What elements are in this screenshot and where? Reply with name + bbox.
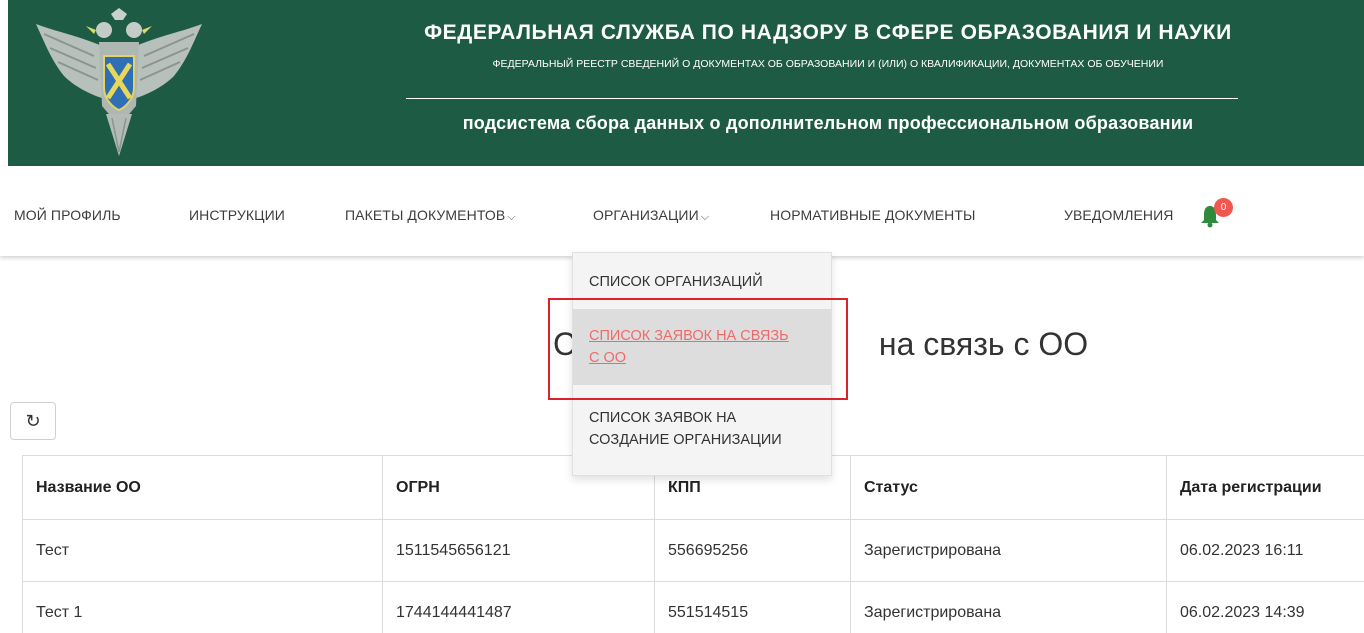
refresh-button[interactable]: ↻ [10,402,56,440]
cell-name: Тест 1 [36,603,83,621]
menu-item-organization-list[interactable]: СПИСОК ОРГАНИЗАЦИЙ [573,271,831,293]
nav-notifications[interactable]: УВЕДОМЛЕНИЯ [1064,207,1174,223]
nav-instructions[interactable]: ИНСТРУКЦИИ [189,207,285,223]
nav-regulatory-documents[interactable]: НОРМАТИВНЫЕ ДОКУМЕНТЫ [770,207,976,223]
table-divider [22,455,23,633]
refresh-icon: ↻ [25,410,41,431]
nav-document-packages[interactable]: ПАКЕТЫ ДОКУМЕНТОВ ⌵ [345,207,516,224]
cell-kpp: 551514515 [668,603,749,621]
notification-badge: 0 [1214,198,1233,217]
nav-organizations[interactable]: ОРГАНИЗАЦИИ ⌵ [593,207,709,224]
organizations-table: Название ОО ОГРН КПП Статус Дата регистр… [22,455,1364,633]
table-divider [654,455,655,633]
nav-my-profile[interactable]: МОЙ ПРОФИЛЬ [14,207,121,223]
column-header-name[interactable]: Название ОО [22,456,382,519]
cell-registration-date: 06.02.2023 16:11 [1180,541,1304,559]
registry-subtitle: ФЕДЕРАЛЬНЫЙ РЕЕСТР СВЕДЕНИЙ О ДОКУМЕНТАХ… [492,58,1164,70]
cell-ogrn: 1744144441487 [396,603,512,621]
nav-notifications-label: УВЕДОМЛЕНИЯ [1064,207,1174,223]
table-divider [1166,455,1167,633]
cell-kpp: 556695256 [668,541,749,559]
column-header-status[interactable]: Статус [850,456,1166,519]
nav-document-packages-label: ПАКЕТЫ ДОКУМЕНТОВ [345,207,506,223]
header-divider [406,98,1238,99]
chevron-down-icon: ⌵ [700,211,710,223]
table-divider [850,455,851,633]
subsystem-title: подсистема сбора данных о дополнительном… [462,113,1194,133]
cell-status: Зарегистрирована [864,541,1002,559]
cell-status: Зарегистрирована [864,603,1002,621]
nav-instructions-label: ИНСТРУКЦИИ [189,207,285,223]
table-divider [382,455,383,633]
main-nav: МОЙ ПРОФИЛЬ ИНСТРУКЦИИ ПАКЕТЫ ДОКУМЕНТОВ… [0,166,1364,256]
page-title-end: на связь с ОО [878,326,1089,362]
emblem-eagle-icon [36,8,202,156]
site-header: ФЕДЕРАЛЬНАЯ СЛУЖБА ПО НАДЗОРУ В СФЕРЕ ОБ… [8,0,1364,166]
cell-name: Тест [36,541,70,559]
menu-item-creation-requests-line2: СОЗДАНИЕ ОРГАНИЗАЦИИ [589,432,782,448]
highlight-annotation-box [548,298,848,400]
table-row[interactable]: Тест 1 1744144441487 551514515 Зарегистр… [22,582,1364,633]
menu-item-creation-requests[interactable]: СПИСОК ЗАЯВОК НА СОЗДАНИЕ ОРГАНИЗАЦИИ [573,407,831,451]
cell-registration-date: 06.02.2023 14:39 [1180,603,1305,621]
column-header-registration-date[interactable]: Дата регистрации [1166,456,1364,519]
nav-organizations-label: ОРГАНИЗАЦИИ [593,207,699,223]
cell-ogrn: 1511545656121 [396,541,511,559]
nav-regulatory-documents-label: НОРМАТИВНЫЕ ДОКУМЕНТЫ [770,207,976,223]
table-row[interactable]: Тест 1511545656121 556695256 Зарегистрир… [22,520,1364,582]
nav-my-profile-label: МОЙ ПРОФИЛЬ [14,207,121,223]
chevron-down-icon: ⌵ [507,211,516,223]
agency-title: ФЕДЕРАЛЬНАЯ СЛУЖБА ПО НАДЗОРУ В СФЕРЕ ОБ… [424,21,1232,44]
menu-item-creation-requests-line1: СПИСОК ЗАЯВОК НА [589,410,737,426]
